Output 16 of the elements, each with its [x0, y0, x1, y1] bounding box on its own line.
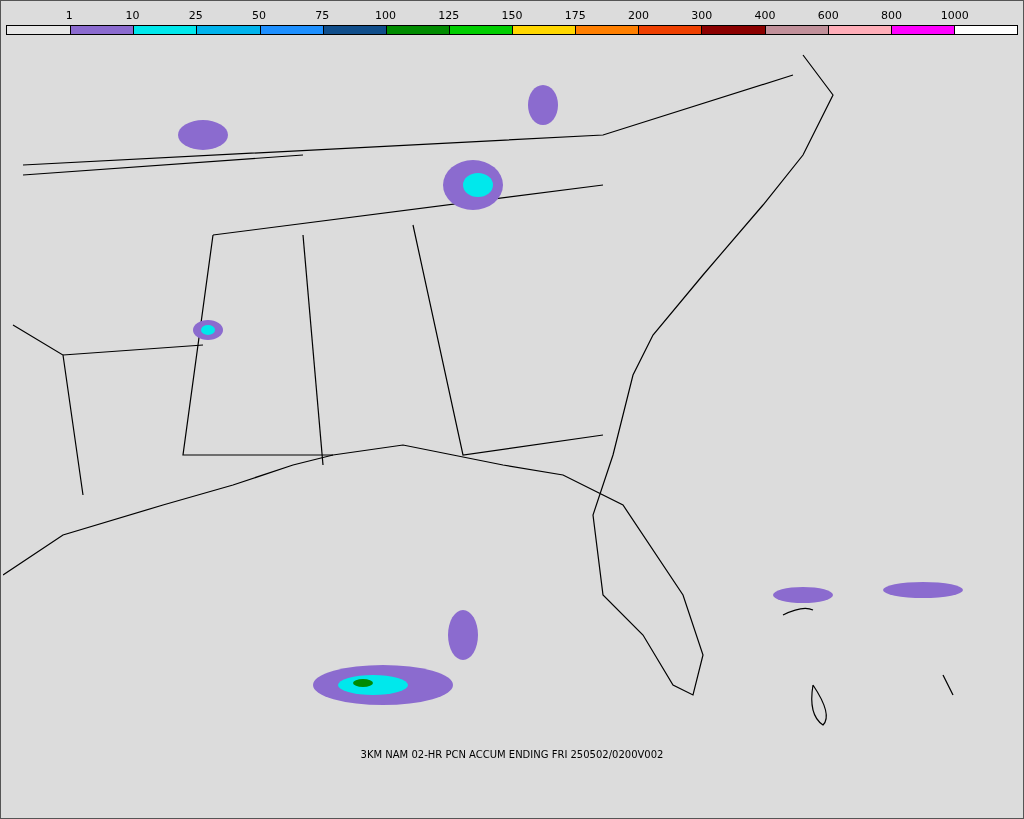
legend-label: 75: [315, 8, 330, 24]
legend-label: 10: [125, 8, 140, 24]
map-caption: 3KM NAM 02-HR PCN ACCUM ENDING FRI 250502/0200V002: [360, 749, 664, 760]
legend-label: 400: [754, 8, 776, 24]
legend-label: 1: [65, 8, 73, 24]
legend-label: 300: [691, 8, 713, 24]
legend-label: 25: [188, 8, 203, 24]
legend-label: 600: [817, 8, 839, 24]
legend-label: 200: [628, 8, 649, 24]
legend-label: 150: [501, 8, 523, 24]
legend-label: 100: [375, 8, 396, 24]
legend-label: 175: [564, 8, 586, 24]
legend-label: 50: [252, 8, 266, 24]
legend-label: 1000: [940, 8, 969, 24]
legend-label: 800: [881, 8, 902, 24]
legend-label: 125: [438, 8, 460, 24]
